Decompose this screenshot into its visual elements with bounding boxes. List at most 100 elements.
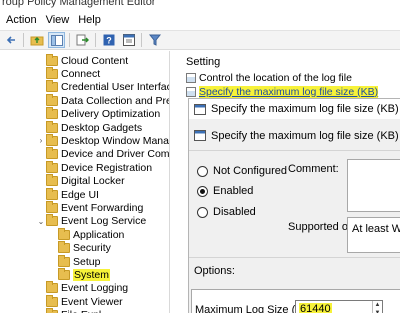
tree-item[interactable]: Connect [36,66,100,80]
tree-item[interactable]: Device Registration [36,160,153,174]
folder-icon [58,254,70,267]
setting-label: Control the location of the log file [199,71,352,84]
tree-item[interactable]: Cloud Content [36,53,129,67]
folder-up-icon[interactable] [28,32,45,48]
setting-row-location[interactable]: Control the location of the log file [186,71,352,84]
toolbar: ? [0,30,400,50]
collapse-arrow-icon[interactable]: ⌄ [36,217,46,226]
tree-item-label: Event Forwarding [61,201,144,214]
folder-icon [46,160,58,173]
tree-item-label: Edge UI [61,188,99,201]
stepper-up-icon[interactable]: ▲ [373,301,382,309]
folder-icon [46,107,58,120]
menu-view[interactable]: View [44,14,77,26]
stepper-down-icon[interactable]: ▼ [373,309,382,313]
filter-icon[interactable] [146,32,163,48]
tree-item-label: Desktop Window Manager [61,134,169,147]
comment-textarea[interactable] [347,159,400,212]
folder-icon [46,53,58,66]
tree-item-label: Application [73,228,125,241]
toolbar-separator [141,33,142,47]
expand-arrow-icon[interactable]: › [36,136,46,145]
window-title-bar: roup Policy Management Editor [0,0,400,10]
policy-setting-icon [186,86,196,97]
folder-icon [46,294,58,307]
tree-item-label: Device Registration [61,161,153,174]
folder-icon [46,133,58,146]
toolbar-separator [95,33,96,47]
folder-icon [46,214,58,227]
stepper-buttons: ▲ ▼ [372,301,382,313]
radio-button[interactable] [197,206,208,218]
window-title: roup Policy Management Editor [2,0,156,8]
tree-item[interactable]: Event Viewer [36,294,123,308]
max-log-size-input[interactable]: 61440 [296,301,372,313]
options-label: Options: [194,265,235,277]
tree-item-label: Data Collection and Previe [61,94,169,107]
toolbar-separator [69,33,70,47]
tree-item-label: Security [73,242,111,255]
tree-item[interactable]: Security [48,241,111,255]
tree-item-label: Delivery Optimization [61,108,161,121]
tree-item-label: Event Viewer [61,295,123,308]
export-icon[interactable] [74,32,91,48]
tree-item-label: Setup [73,255,101,268]
policy-dialog: Specify the maximum log file size (KB) S… [188,98,400,313]
tree-item[interactable]: ⌄ Event Log Service [36,214,147,228]
policy-setting-icon [186,72,196,83]
tree-item[interactable]: Edge UI [36,187,99,201]
max-log-size-value: 61440 [299,303,332,313]
setting-column-header[interactable]: Setting [186,56,220,68]
tree-item[interactable]: Credential User Interface [36,80,170,94]
tree-item[interactable]: Data Collection and Previe [36,93,169,107]
tree-item-label: Event Logging [61,282,129,295]
setting-label: Specify the maximum log file size (KB) [199,85,379,98]
dialog-header: Specify the maximum log file size (KB) [189,121,400,151]
policy-dialog-icon [194,103,206,115]
tree-item-label: Desktop Gadgets [61,121,143,134]
radio-button[interactable] [197,185,208,197]
help-icon[interactable]: ? [100,32,117,48]
tree-item-label: System [73,268,111,281]
tree-item[interactable]: Device and Driver Compat [36,147,169,161]
tree-item[interactable]: Event Logging [36,281,129,295]
comment-label: Comment: [288,163,339,175]
radio-enabled[interactable]: Enabled [197,185,253,197]
tree-item[interactable]: Setup [48,254,101,268]
menu-action[interactable]: Action [4,14,44,26]
tree-item[interactable]: Delivery Optimization [36,107,161,121]
tree-item-label: Digital Locker [61,175,125,188]
tree-item[interactable]: ›File Expl [36,308,101,313]
properties-icon[interactable] [120,32,137,48]
tree-item-label: Credential User Interface [61,81,170,94]
radio-disabled[interactable]: Disabled [197,206,256,218]
radio-button[interactable] [197,165,208,177]
folder-icon [46,80,58,93]
svg-text:?: ? [106,36,112,46]
tree-item-label: Cloud Content [61,54,129,67]
radio-label: Disabled [213,206,256,218]
tree-item[interactable]: Desktop Gadgets [36,120,143,134]
radio-not-configured[interactable]: Not Configured [197,165,287,177]
menu-help[interactable]: Help [76,14,108,26]
tree-item[interactable]: System [48,267,111,281]
show-hide-tree-icon[interactable] [48,32,65,48]
folder-icon [46,200,58,213]
tree-item-label: Event Log Service [61,215,147,228]
max-log-size-stepper[interactable]: 61440 ▲ ▼ [295,300,383,313]
folder-icon [58,241,70,254]
tree-item[interactable]: Event Forwarding [36,200,144,214]
radio-label: Not Configured [213,165,287,177]
back-arrow-icon[interactable] [2,32,19,48]
policy-setting-icon [194,130,206,141]
tree-item[interactable]: › Desktop Window Manager [36,133,169,147]
tree-item[interactable]: Application [48,227,125,241]
supported-on-value: At least Win [347,217,400,253]
setting-row-max-size[interactable]: Specify the maximum log file size (KB) [186,85,379,98]
tree-item[interactable]: Digital Locker [36,174,125,188]
folder-icon [58,227,70,240]
dialog-divider [189,257,400,258]
dialog-title: Specify the maximum log file size (KB) [211,103,399,115]
menu-bar: Action View Help [0,10,400,30]
folder-icon [46,66,58,79]
